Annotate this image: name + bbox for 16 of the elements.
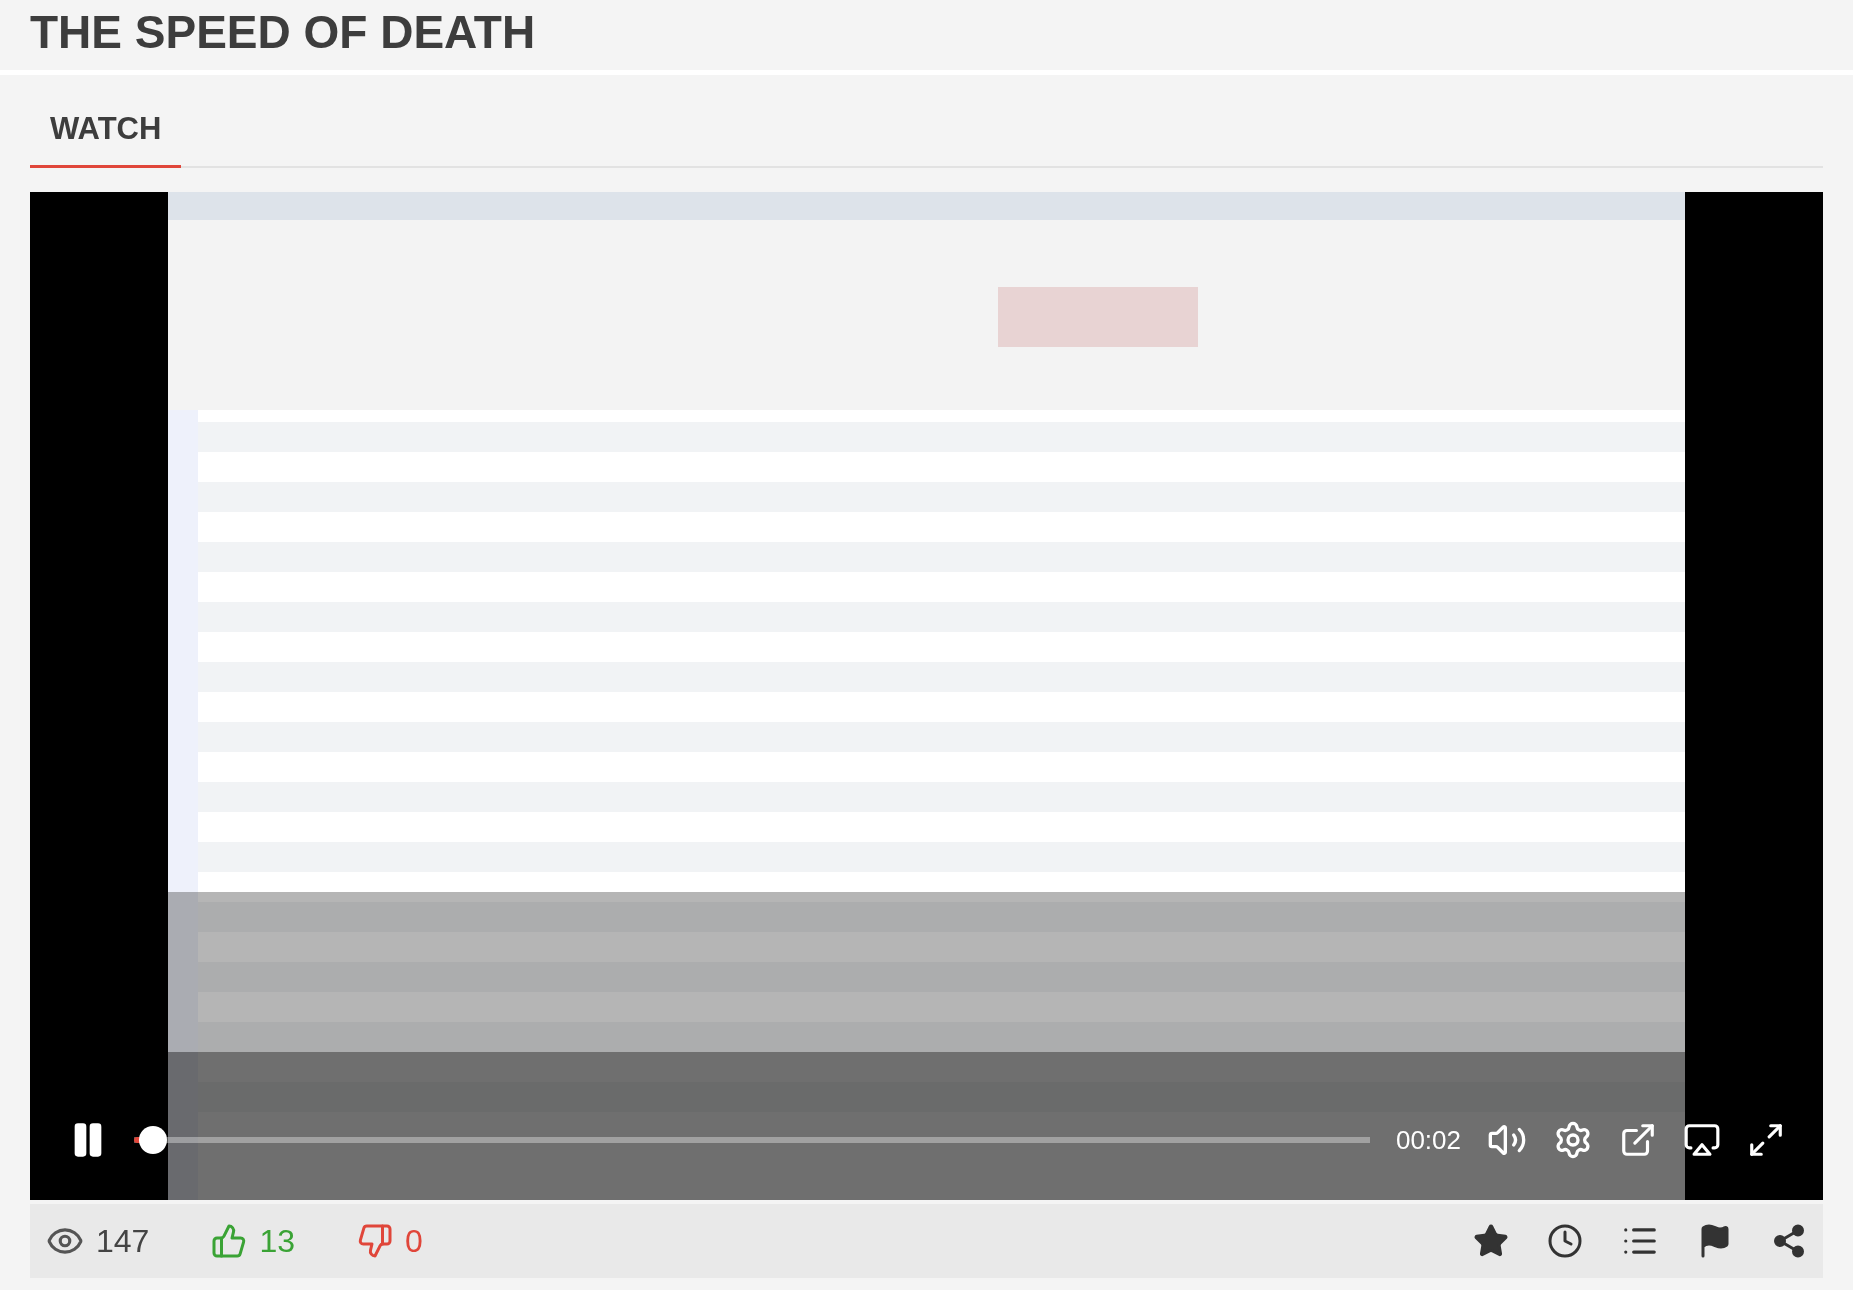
tab[interactable]: WATCH [30, 99, 182, 168]
time-display: 00:02 [1395, 1124, 1461, 1156]
progress-thumb[interactable] [138, 1126, 167, 1154]
page-title: THE SPEED OF DEATH [30, 5, 537, 60]
share-icon[interactable] [1771, 1223, 1807, 1259]
dislike-count: 0 [405, 1222, 423, 1260]
clock-icon[interactable] [1547, 1223, 1583, 1259]
fullscreen-icon[interactable] [1747, 1121, 1785, 1159]
like-count: 13 [259, 1222, 295, 1260]
thumbs-down-icon[interactable] [357, 1223, 393, 1259]
thumbs-up-icon[interactable] [211, 1223, 248, 1259]
popout-icon[interactable] [1619, 1121, 1657, 1159]
star-icon[interactable] [1473, 1223, 1509, 1259]
settings-icon[interactable] [1553, 1120, 1593, 1160]
view-count: 147 [96, 1222, 150, 1260]
airplay-icon[interactable] [1683, 1121, 1721, 1159]
